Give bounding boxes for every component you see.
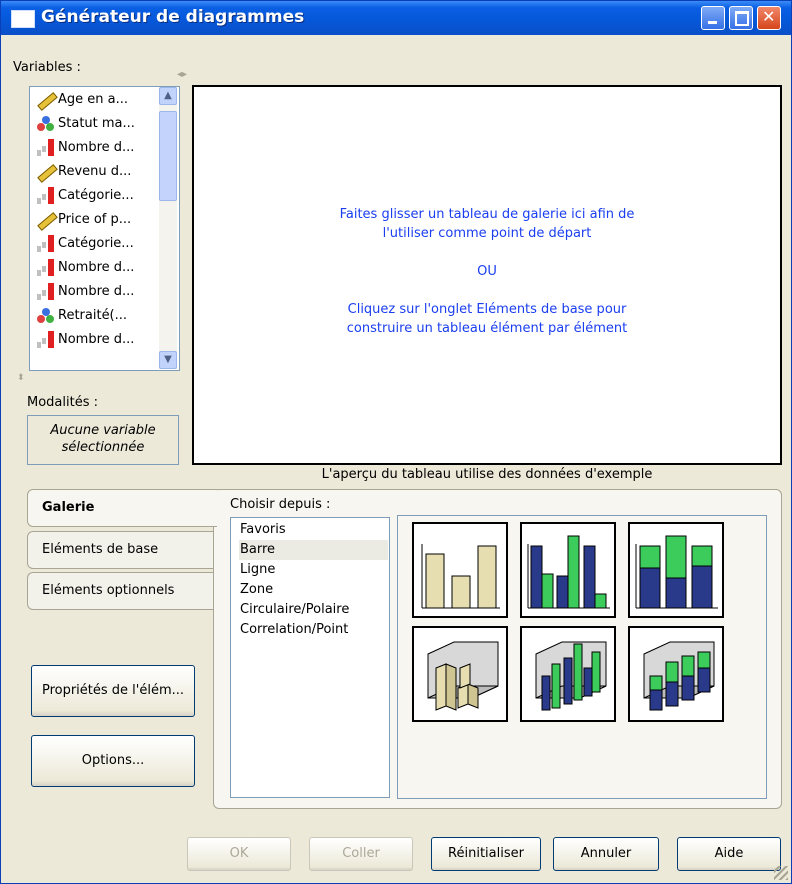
list-item[interactable]: Revenu d... (36, 160, 131, 184)
categories-box: Aucune variable sélectionnée (27, 415, 179, 465)
variables-list[interactable]: Age en a... Statut ma... Nombre d... Revenu… (29, 86, 180, 371)
chart-canvas[interactable]: Faites glisser un tableau de galerie ici… (192, 85, 782, 465)
variable-label: Catégorie... (58, 236, 134, 251)
vertical-splitter-icon[interactable]: ⬍ (17, 373, 25, 383)
scroll-thumb[interactable] (159, 111, 177, 201)
variable-label: Catégorie... (58, 188, 134, 203)
list-item[interactable]: Retraité(... (36, 304, 127, 328)
list-item[interactable]: Age en a... (36, 88, 128, 112)
tab-elements-optionnels[interactable]: Eléments optionnels (27, 572, 213, 610)
paste-button[interactable]: Coller (309, 837, 413, 871)
list-item[interactable]: Ligne (239, 560, 388, 580)
ordinal-measure-icon (36, 186, 56, 205)
modalites-label: Modalités : (27, 395, 98, 410)
canvas-or: OU (477, 264, 497, 279)
ordinal-measure-icon (36, 330, 56, 349)
reset-button[interactable]: Réinitialiser (431, 837, 541, 871)
3d-simple-bar-icon (427, 641, 499, 711)
ordinal-measure-icon (36, 282, 56, 301)
scale-measure-icon (36, 211, 56, 229)
window-icon (11, 10, 35, 28)
list-item[interactable]: Correlation/Point (239, 620, 388, 640)
list-item[interactable]: Nombre d... (36, 136, 134, 160)
variable-label: Nombre d... (58, 260, 135, 275)
chart-type-list[interactable]: Favoris Barre Ligne Zone Circulaire/Pola… (230, 517, 390, 798)
simple-bar-icon (421, 544, 500, 609)
variables-label: Variables : (13, 60, 81, 75)
list-item[interactable]: Statut ma... (36, 112, 135, 136)
clustered-bar-thumbnail[interactable] (520, 522, 616, 618)
canvas-instruction-2: l'utiliser comme point de départ (382, 226, 592, 241)
3d-clustered-bar-thumbnail[interactable] (520, 626, 616, 722)
ok-button[interactable]: OK (187, 837, 291, 871)
gallery-thumbnails (397, 515, 767, 799)
list-item[interactable]: Zone (239, 580, 388, 600)
nominal-measure-icon (36, 115, 56, 133)
clustered-bar-icon (527, 535, 610, 609)
cancel-button[interactable]: Annuler (553, 837, 659, 871)
scale-measure-icon (36, 163, 56, 181)
list-item[interactable]: Circulaire/Polaire (239, 600, 388, 620)
maximize-button[interactable] (729, 6, 753, 30)
simple-bar-thumbnail[interactable] (412, 522, 508, 618)
help-button[interactable]: Aide (677, 837, 781, 871)
title-bar[interactable]: Générateur de diagrammes (1, 1, 791, 35)
scroll-up-icon[interactable]: ▲ (159, 87, 177, 105)
canvas-instruction-4: construire un tableau élément par élémen… (346, 321, 628, 336)
list-item[interactable]: Nombre d... (36, 328, 134, 352)
variable-label: Statut ma... (58, 116, 135, 131)
list-item[interactable]: Barre (239, 540, 388, 560)
variable-label: Nombre d... (58, 140, 135, 155)
nominal-measure-icon (36, 307, 56, 325)
variable-label: Nombre d... (58, 284, 135, 299)
3d-stacked-bar-thumbnail[interactable] (628, 626, 724, 722)
preview-caption: L'aperçu du tableau utilise des données … (321, 467, 653, 482)
window-title: Générateur de diagrammes (41, 7, 305, 27)
stacked-bar-icon (635, 535, 718, 609)
ordinal-measure-icon (36, 258, 56, 277)
list-item[interactable]: Catégorie... (36, 184, 134, 208)
variable-label: Price of p... (58, 212, 132, 227)
scale-measure-icon (36, 91, 56, 109)
splitter-handle-icon[interactable]: ◂▸ (177, 69, 187, 80)
chart-builder-window: Générateur de diagrammes Variables : ◂▸ … (0, 0, 792, 884)
stacked-bar-thumbnail[interactable] (628, 522, 724, 618)
resize-grip-icon[interactable] (774, 866, 788, 880)
list-item[interactable]: Favoris (239, 520, 388, 540)
list-item[interactable]: Catégorie... (36, 232, 134, 256)
variable-label: Age en a... (58, 92, 129, 107)
ordinal-measure-icon (36, 234, 56, 253)
minimize-button[interactable] (701, 6, 725, 30)
element-properties-button[interactable]: Propriétés de l'élém... (31, 665, 195, 717)
tab-elements-de-base[interactable]: Eléments de base (27, 531, 213, 569)
scroll-down-icon[interactable]: ▼ (159, 351, 177, 369)
list-item[interactable]: Price of p... (36, 208, 131, 232)
canvas-instruction-3: Cliquez sur l'onglet Eléments de base po… (347, 302, 627, 317)
3d-clustered-bar-icon (535, 641, 607, 711)
canvas-instruction-1: Faites glisser un tableau de galerie ici… (339, 207, 635, 222)
list-item[interactable]: Nombre d... (36, 256, 134, 280)
tab-galerie[interactable]: Galerie (27, 489, 217, 527)
variable-label: Nombre d... (58, 332, 135, 347)
variable-label: Retraité(... (58, 308, 128, 323)
options-button[interactable]: Options... (31, 735, 195, 787)
list-item[interactable]: Nombre d... (36, 280, 134, 304)
ordinal-measure-icon (36, 138, 56, 157)
no-variable-text: Aucune variable sélectionnée (50, 423, 156, 455)
close-button[interactable] (757, 6, 781, 30)
choose-from-label: Choisir depuis : (230, 497, 331, 512)
3d-stacked-bar-icon (643, 641, 715, 711)
variables-scrollbar[interactable]: ▲ ▼ (159, 87, 177, 369)
variable-label: Revenu d... (58, 164, 132, 179)
3d-simple-bar-thumbnail[interactable] (412, 626, 508, 722)
